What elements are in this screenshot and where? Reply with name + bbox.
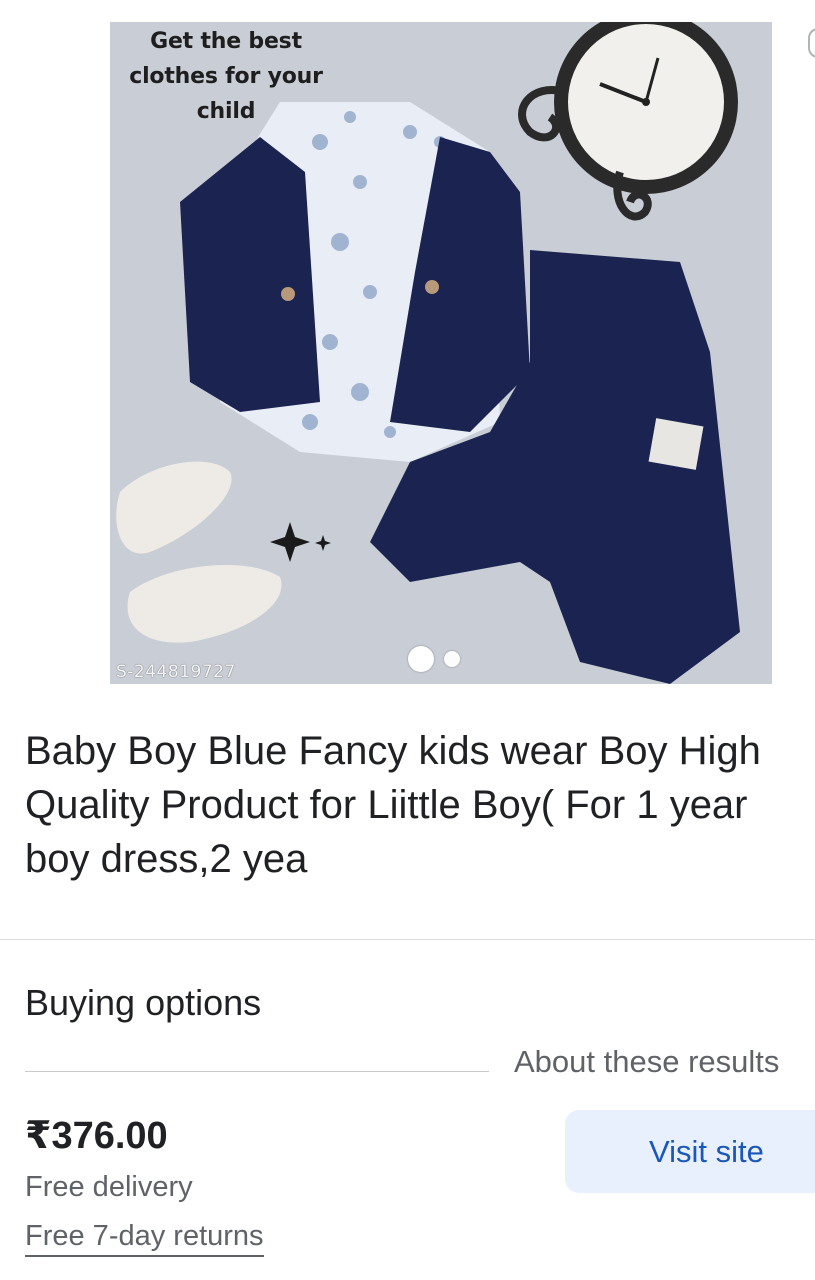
edge-handle-icon [808, 28, 815, 58]
product-image[interactable]: Get the best clothes for your child S-24… [110, 22, 772, 684]
delivery-info: Free delivery [25, 1171, 193, 1203]
carousel-dots [408, 646, 460, 672]
about-these-results-link[interactable]: About these results [514, 1044, 779, 1080]
divider [25, 1071, 489, 1072]
divider [0, 939, 815, 940]
buying-options-heading: Buying options [25, 982, 262, 1023]
sku-watermark: S-244819727 [116, 662, 236, 682]
visit-site-button[interactable]: Visit site [565, 1110, 815, 1193]
promo-line: clothes for your [129, 64, 323, 89]
price: ₹376.00 [25, 1115, 168, 1157]
promo-text: Get the best clothes for your child [126, 24, 326, 129]
product-title: Baby Boy Blue Fancy kids wear Boy High Q… [25, 729, 761, 881]
promo-line: child [196, 99, 256, 124]
carousel-dot[interactable] [444, 651, 460, 667]
returns-link[interactable]: Free 7-day returns [25, 1220, 264, 1257]
carousel-dot-active[interactable] [408, 646, 434, 672]
promo-line: Get the best [150, 29, 302, 54]
